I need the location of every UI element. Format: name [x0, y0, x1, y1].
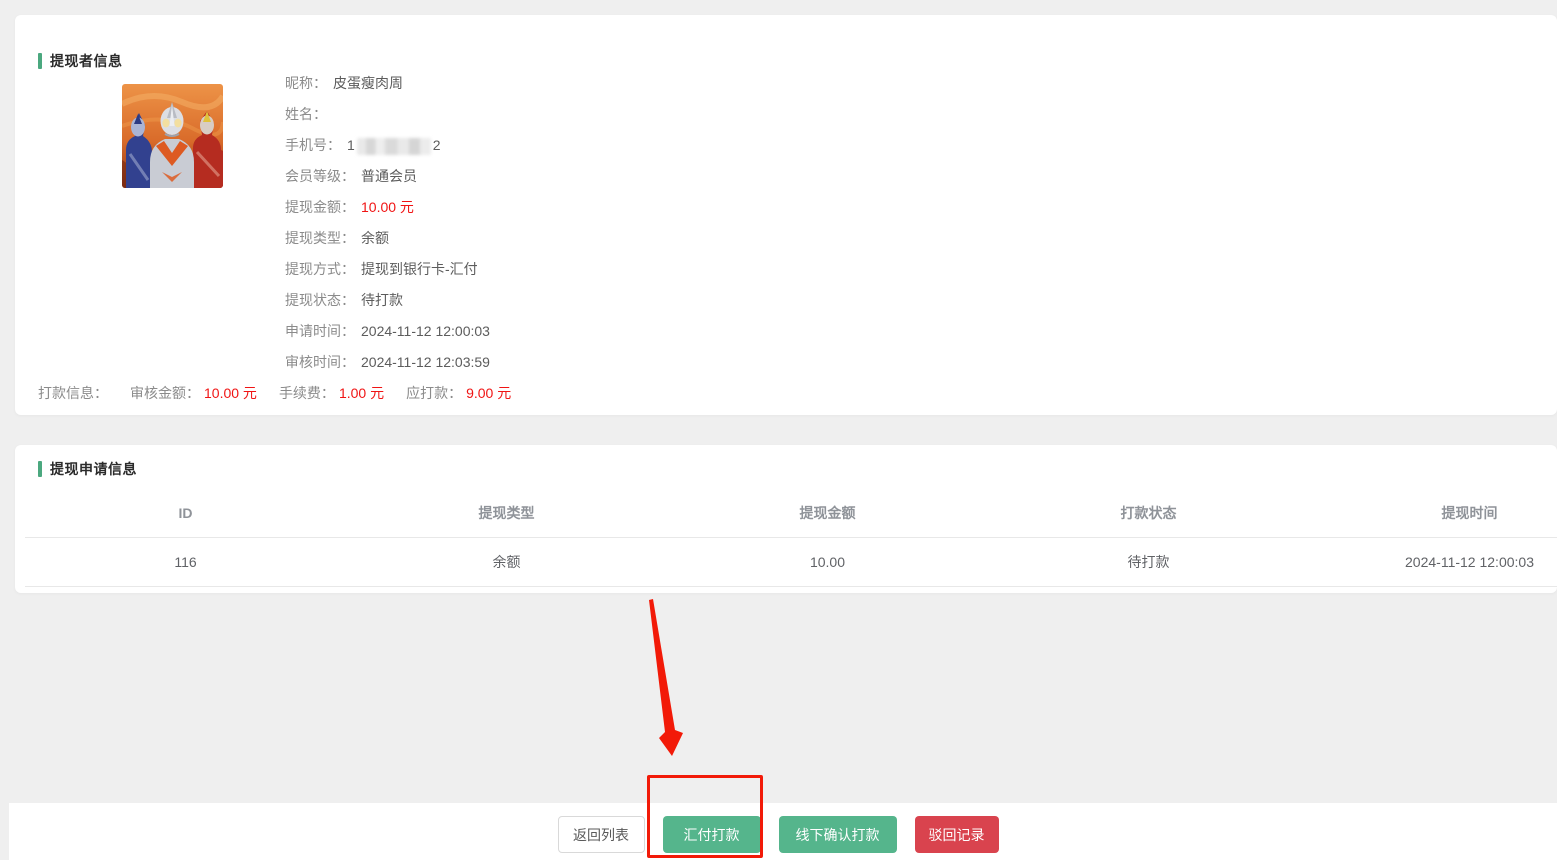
- field-apply-time: 申请时间： 2024-11-12 12:00:03: [285, 315, 490, 346]
- avatar: [122, 84, 223, 188]
- cell-withdraw-amount: 10.00: [667, 537, 988, 586]
- back-to-list-button[interactable]: 返回列表: [558, 816, 645, 853]
- payment-info-row: 打款信息： 审核金额： 10.00 元 手续费： 1.00 元 应打款： 9.0…: [38, 377, 511, 408]
- field-withdraw-type: 提现类型： 余额: [285, 222, 490, 253]
- withdrawer-section-title: 提现者信息: [38, 53, 123, 69]
- huifu-payment-button[interactable]: 汇付打款: [663, 816, 761, 853]
- avatar-image: [122, 84, 223, 188]
- field-member-level: 会员等级： 普通会员: [285, 160, 490, 191]
- field-nickname: 昵称： 皮蛋瘦肉周: [285, 67, 490, 98]
- audit-amount: 审核金额： 10.00 元: [130, 383, 257, 403]
- withdrawer-fields: 昵称： 皮蛋瘦肉周 姓名： 手机号： 1 2 会员等级： 普通会员 提现金额： …: [285, 67, 490, 377]
- field-withdraw-method: 提现方式： 提现到银行卡-汇付: [285, 253, 490, 284]
- field-withdraw-status: 提现状态： 待打款: [285, 284, 490, 315]
- cell-withdraw-time: 2024-11-12 12:00:03: [1309, 537, 1557, 586]
- field-name: 姓名：: [285, 98, 490, 129]
- section-title-text: 提现申请信息: [50, 459, 137, 479]
- col-header-id: ID: [25, 489, 346, 537]
- cell-payment-status: 待打款: [988, 537, 1309, 586]
- cell-withdraw-type: 余额: [346, 537, 667, 586]
- offline-confirm-payment-button[interactable]: 线下确认打款: [779, 816, 897, 853]
- field-withdraw-amount: 提现金额： 10.00 元: [285, 191, 490, 222]
- withdraw-application-card: 提现申请信息 ID 提现类型 提现金额 打款状态 提现时间 116 余额 10.…: [15, 445, 1557, 593]
- section-accent-bar: [38, 53, 42, 69]
- payment-info-label: 打款信息：: [38, 383, 108, 403]
- field-audit-time: 审核时间： 2024-11-12 12:03:59: [285, 346, 490, 377]
- application-table: ID 提现类型 提现金额 打款状态 提现时间 116 余额 10.00 待打款 …: [25, 489, 1557, 587]
- field-phone: 手机号： 1 2: [285, 129, 490, 160]
- reject-record-button[interactable]: 驳回记录: [915, 816, 999, 853]
- col-header-withdraw-type: 提现类型: [346, 489, 667, 537]
- section-title-text: 提现者信息: [50, 51, 123, 71]
- annotation-arrow-icon: [600, 590, 700, 770]
- payable-amount: 应打款： 9.00 元: [406, 383, 511, 403]
- phone-mosaic-mask: [357, 138, 431, 155]
- table-header-row: ID 提现类型 提现金额 打款状态 提现时间: [25, 489, 1557, 537]
- col-header-payment-status: 打款状态: [988, 489, 1309, 537]
- col-header-withdraw-time: 提现时间: [1309, 489, 1557, 537]
- cell-id: 116: [25, 537, 346, 586]
- table-row: 116 余额 10.00 待打款 2024-11-12 12:00:03: [25, 537, 1557, 586]
- fee: 手续费： 1.00 元: [279, 383, 384, 403]
- col-header-withdraw-amount: 提现金额: [667, 489, 988, 537]
- withdrawer-info-card: 提现者信息: [15, 15, 1557, 415]
- footer-action-bar: 返回列表 汇付打款 线下确认打款 驳回记录: [9, 803, 1557, 860]
- section-accent-bar: [38, 461, 42, 477]
- application-section-title: 提现申请信息: [38, 461, 137, 477]
